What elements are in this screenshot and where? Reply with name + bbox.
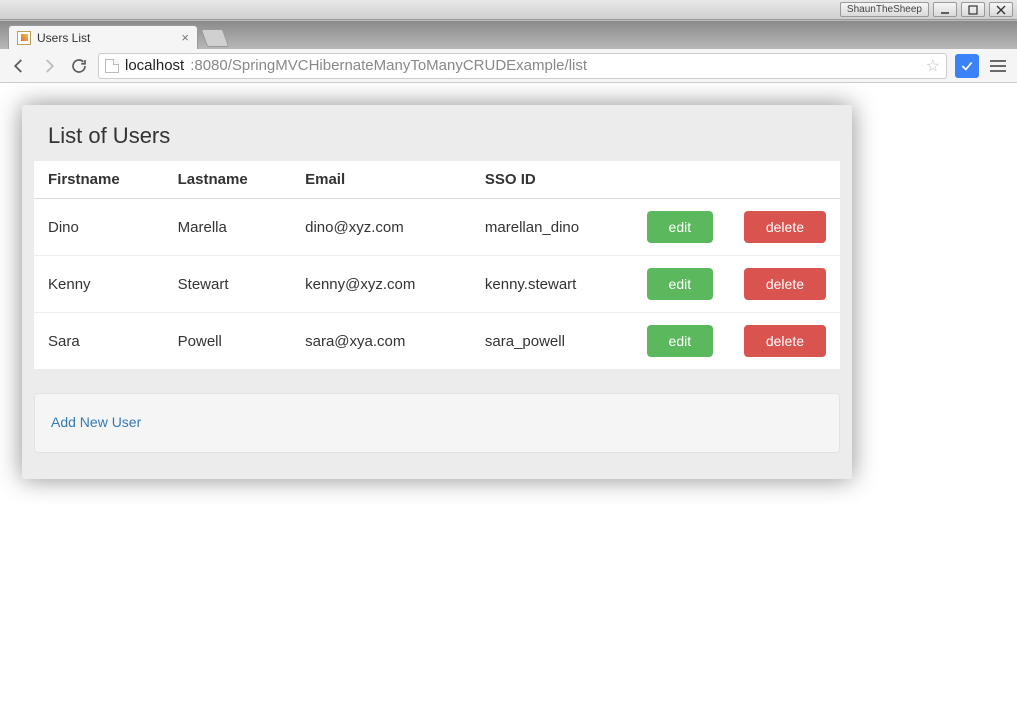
os-titlebar: ShaunTheSheep bbox=[0, 0, 1017, 20]
cell-lastname: Powell bbox=[164, 313, 291, 370]
url-path: :8080/SpringMVCHibernateManyToManyCRUDEx… bbox=[190, 57, 587, 74]
col-edit bbox=[630, 161, 730, 199]
tab-close-icon[interactable]: × bbox=[181, 30, 189, 45]
cell-lastname: Stewart bbox=[164, 256, 291, 313]
tab-title: Users List bbox=[37, 31, 175, 45]
cell-firstname: Sara bbox=[34, 313, 164, 370]
new-tab-button[interactable] bbox=[201, 29, 230, 47]
users-table: Firstname Lastname Email SSO ID Dino Mar… bbox=[34, 161, 840, 369]
col-delete bbox=[730, 161, 840, 199]
extension-button[interactable] bbox=[955, 54, 979, 78]
add-user-link[interactable]: Add New User bbox=[51, 414, 141, 430]
reload-button[interactable] bbox=[68, 55, 90, 77]
page-heading: List of Users bbox=[34, 105, 840, 161]
favicon-icon bbox=[17, 31, 31, 45]
cell-firstname: Dino bbox=[34, 199, 164, 256]
forward-button[interactable] bbox=[38, 55, 60, 77]
cell-email: sara@xya.com bbox=[291, 313, 471, 370]
col-firstname: Firstname bbox=[34, 161, 164, 199]
col-lastname: Lastname bbox=[164, 161, 291, 199]
delete-button[interactable]: delete bbox=[744, 268, 826, 300]
window-minimize-button[interactable] bbox=[933, 2, 957, 17]
page-viewport: List of Users Firstname Lastname Email S… bbox=[0, 83, 1017, 725]
cell-email: kenny@xyz.com bbox=[291, 256, 471, 313]
browser-menu-button[interactable] bbox=[987, 60, 1009, 72]
col-sso: SSO ID bbox=[471, 161, 630, 199]
cell-sso: sara_powell bbox=[471, 313, 630, 370]
back-button[interactable] bbox=[8, 55, 30, 77]
url-host: localhost bbox=[125, 57, 184, 74]
window-maximize-button[interactable] bbox=[961, 2, 985, 17]
cell-sso: marellan_dino bbox=[471, 199, 630, 256]
table-row: Dino Marella dino@xyz.com marellan_dino … bbox=[34, 199, 840, 256]
users-panel: List of Users Firstname Lastname Email S… bbox=[34, 105, 840, 369]
cell-lastname: Marella bbox=[164, 199, 291, 256]
browser-window: Users List × localhost :8080/SpringMVCHib… bbox=[0, 20, 1017, 725]
cell-email: dino@xyz.com bbox=[291, 199, 471, 256]
bookmark-star-icon[interactable]: ☆ bbox=[926, 56, 940, 76]
delete-button[interactable]: delete bbox=[744, 211, 826, 243]
cell-firstname: Kenny bbox=[34, 256, 164, 313]
browser-tab[interactable]: Users List × bbox=[8, 25, 198, 49]
browser-toolbar: localhost :8080/SpringMVCHibernateManyToM… bbox=[0, 49, 1017, 83]
window-close-button[interactable] bbox=[989, 2, 1013, 17]
edit-button[interactable]: edit bbox=[647, 211, 714, 243]
table-header-row: Firstname Lastname Email SSO ID bbox=[34, 161, 840, 199]
edit-button[interactable]: edit bbox=[647, 325, 714, 357]
table-row: Sara Powell sara@xya.com sara_powell edi… bbox=[34, 313, 840, 370]
tab-strip: Users List × bbox=[0, 21, 1017, 49]
table-row: Kenny Stewart kenny@xyz.com kenny.stewar… bbox=[34, 256, 840, 313]
edit-button[interactable]: edit bbox=[647, 268, 714, 300]
content-card: List of Users Firstname Lastname Email S… bbox=[22, 105, 852, 479]
delete-button[interactable]: delete bbox=[744, 325, 826, 357]
address-bar[interactable]: localhost :8080/SpringMVCHibernateManyToM… bbox=[98, 53, 947, 79]
os-user-badge: ShaunTheSheep bbox=[840, 2, 929, 17]
cell-sso: kenny.stewart bbox=[471, 256, 630, 313]
page-icon bbox=[105, 59, 119, 73]
add-user-well: Add New User bbox=[34, 393, 840, 453]
col-email: Email bbox=[291, 161, 471, 199]
